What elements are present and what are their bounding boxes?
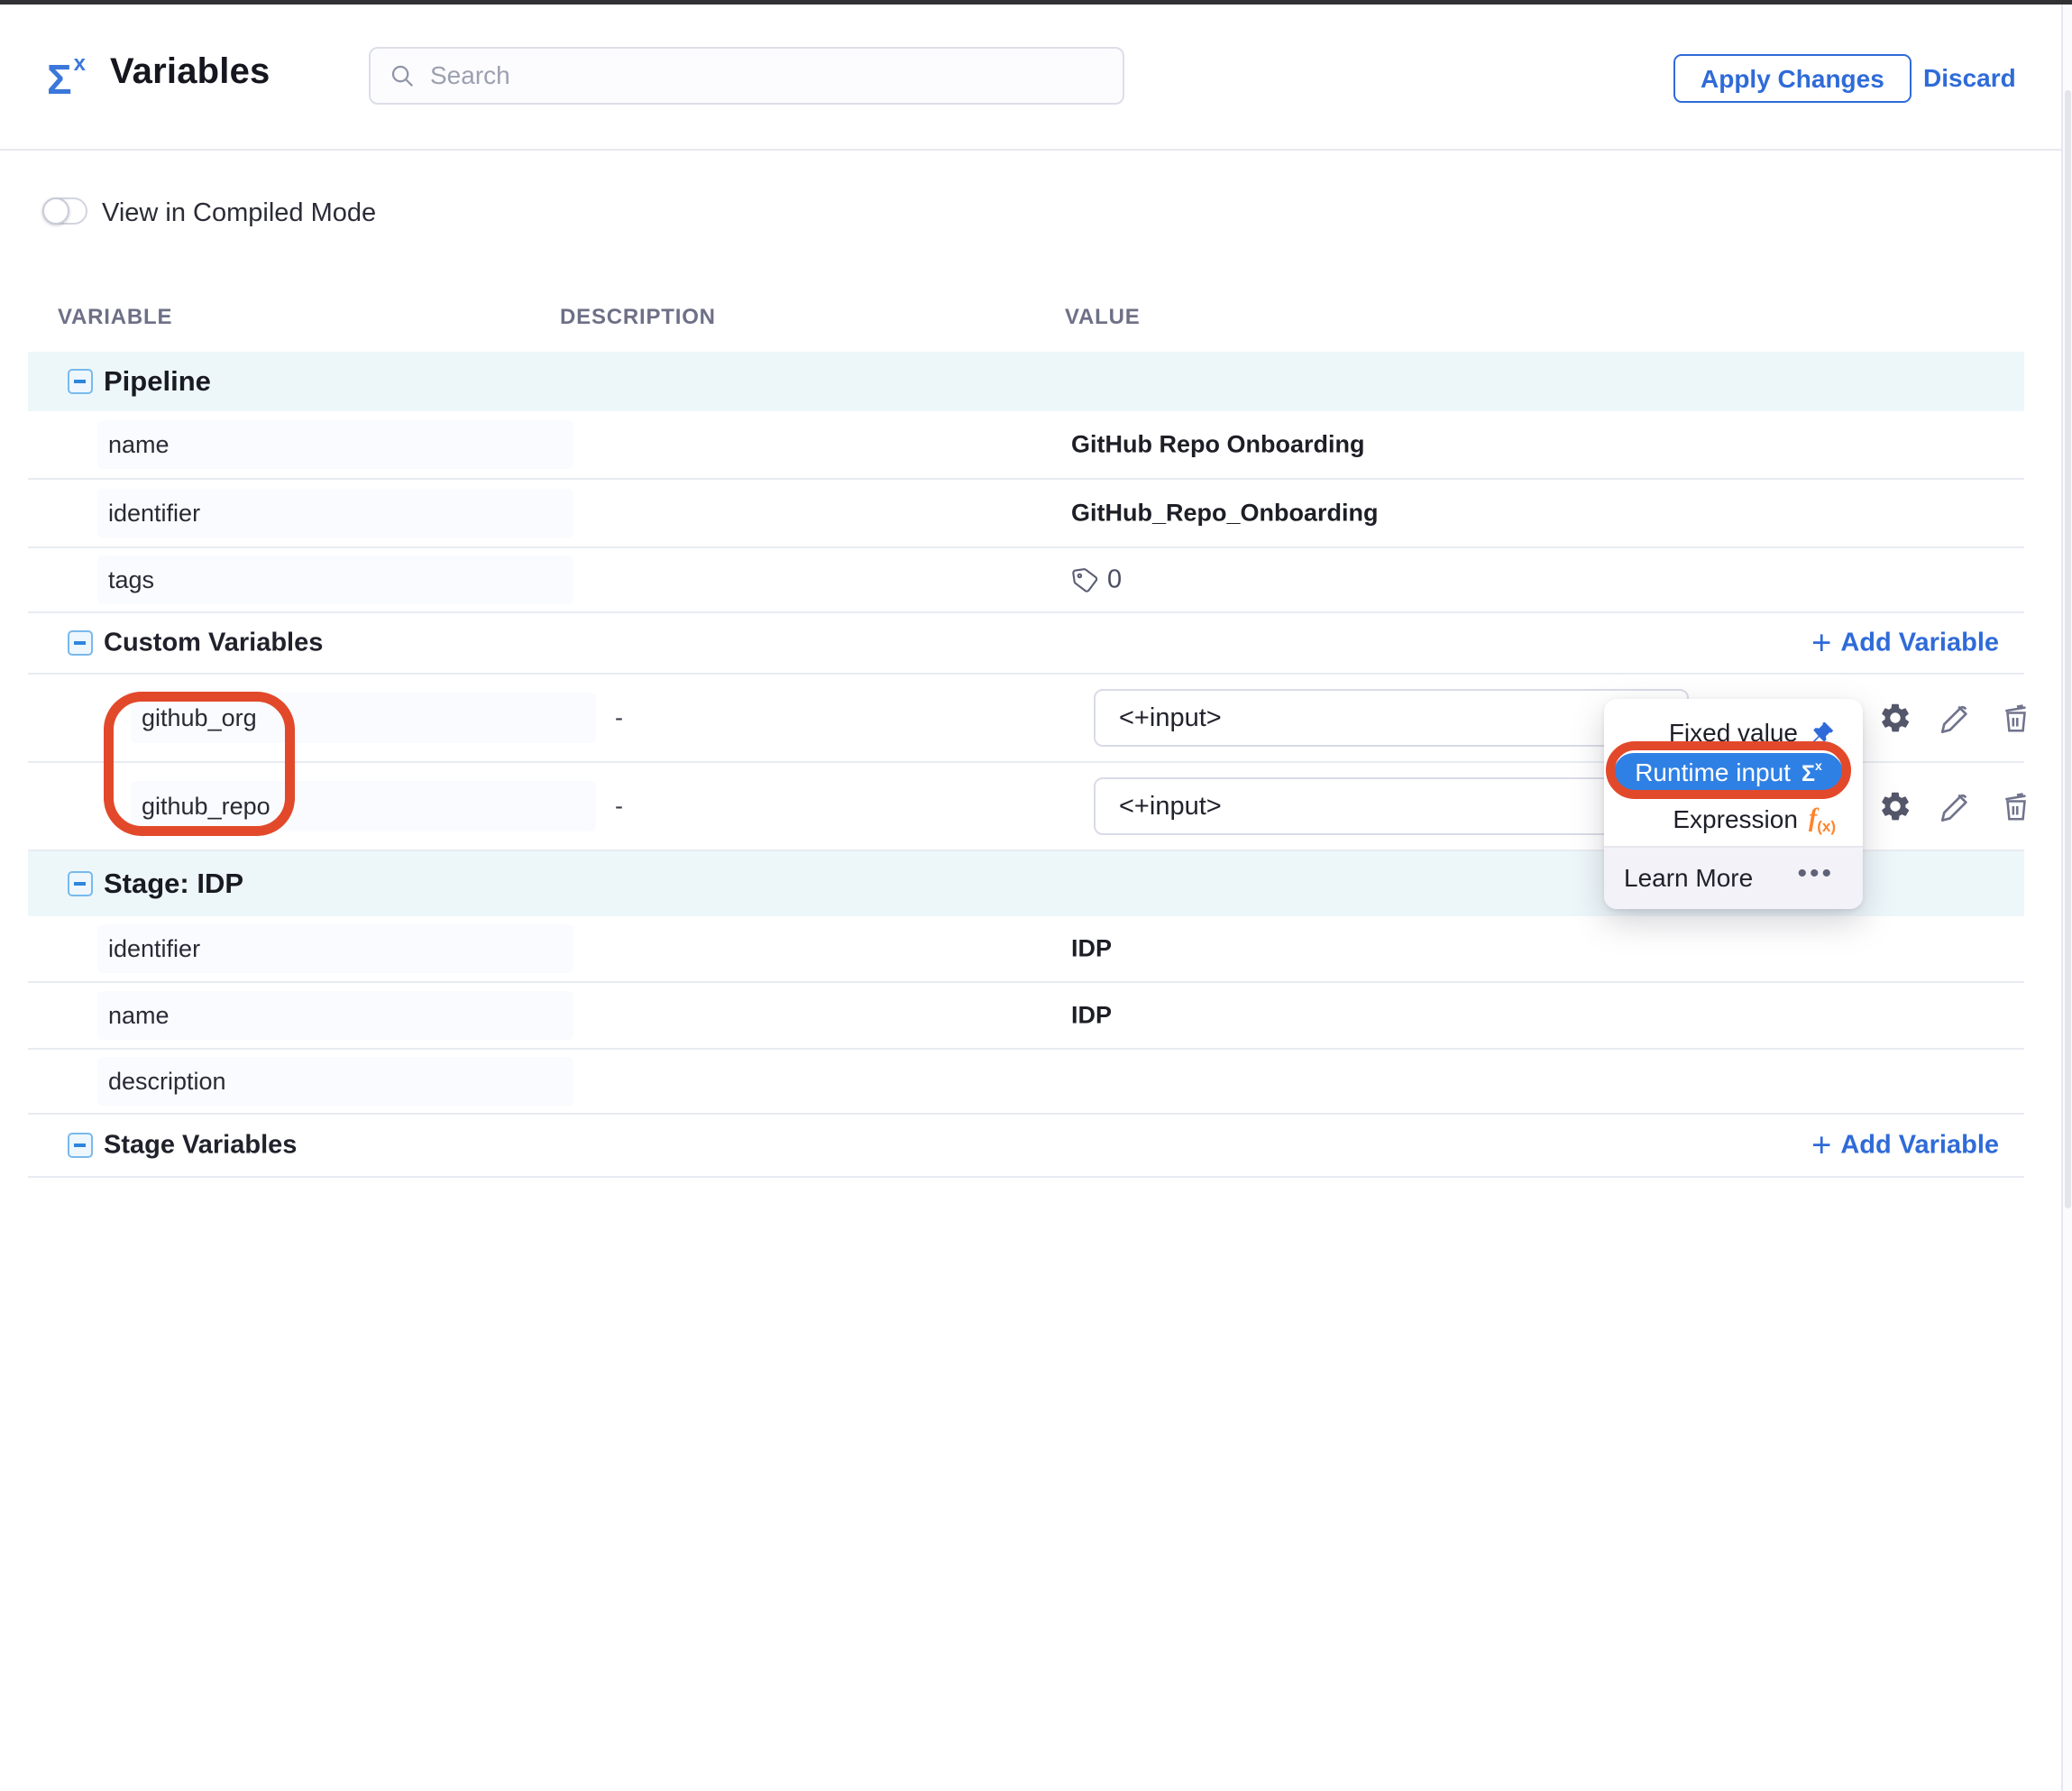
- panel-header: Σx Variables Apply Changes Discard: [0, 5, 2072, 151]
- page-title: Variables: [110, 51, 270, 92]
- scrollbar-thumb[interactable]: [2065, 90, 2071, 1208]
- table-row-stage-description: description: [28, 1050, 2024, 1115]
- edit-pencil-icon[interactable]: [1938, 701, 1972, 735]
- table-row-stage-identifier: identifier IDP: [28, 916, 2024, 983]
- scrollbar-track: [2061, 5, 2072, 1791]
- search-input[interactable]: [369, 47, 1124, 105]
- menu-item-label: Expression: [1673, 805, 1798, 834]
- field-value-name: IDP: [1071, 1002, 1112, 1030]
- tags-value: 0: [1071, 565, 1122, 595]
- section-title-custom-variables: Custom Variables: [104, 629, 323, 658]
- tag-icon: [1069, 564, 1102, 596]
- section-title-stage-variables: Stage Variables: [104, 1131, 297, 1161]
- table-row-pipeline-tags: tags 0: [28, 548, 2024, 613]
- delete-trash-icon[interactable]: [1999, 789, 2033, 823]
- field-value-identifier: IDP: [1071, 935, 1112, 963]
- variable-description: -: [615, 793, 623, 821]
- field-label-identifier: identifier: [97, 489, 573, 537]
- more-dots-icon: •••: [1797, 859, 1834, 889]
- variable-description: -: [615, 704, 623, 732]
- add-variable-button-custom[interactable]: + Add Variable: [1811, 629, 1999, 658]
- settings-gear-icon[interactable]: [1878, 701, 1912, 735]
- section-row-stage-variables: Stage Variables + Add Variable: [28, 1115, 2024, 1178]
- variable-value-input-github-repo[interactable]: <+input>: [1094, 777, 1689, 835]
- menu-item-label: Fixed value: [1669, 719, 1798, 748]
- field-label-name: name: [97, 991, 573, 1040]
- add-variable-label: Add Variable: [1840, 1131, 1999, 1161]
- section-row-custom-variables: Custom Variables + Add Variable: [28, 613, 2024, 675]
- table-row-stage-name: name IDP: [28, 983, 2024, 1050]
- value-type-menu: Fixed value Runtime input Σx Expression …: [1604, 699, 1863, 909]
- variable-value-input-github-org[interactable]: <+input>: [1094, 689, 1689, 747]
- section-title-stage: Stage: IDP: [104, 868, 243, 900]
- add-variable-label: Add Variable: [1840, 629, 1999, 658]
- sigma-icon: Σx: [1802, 758, 1822, 787]
- search-box: [369, 47, 1124, 105]
- compiled-mode-label: View in Compiled Mode: [102, 198, 376, 228]
- menu-item-expression[interactable]: Expression f(x): [1673, 800, 1836, 840]
- table-row-pipeline-name: name GitHub Repo Onboarding: [28, 411, 2024, 480]
- variables-panel: Σx Variables Apply Changes Discard View …: [0, 0, 2072, 1791]
- edit-pencil-icon[interactable]: [1938, 789, 1972, 823]
- variables-sigma-icon: Σx: [47, 53, 86, 100]
- tags-count: 0: [1107, 565, 1122, 595]
- compiled-mode-toggle[interactable]: [42, 197, 87, 225]
- section-title-pipeline: Pipeline: [104, 365, 211, 398]
- field-label-name: name: [97, 420, 573, 469]
- discard-link[interactable]: Discard: [1923, 64, 2016, 93]
- collapse-icon-pipeline[interactable]: [68, 369, 93, 394]
- learn-more-label: Learn More: [1624, 864, 1753, 893]
- search-icon: [389, 62, 416, 89]
- delete-trash-icon[interactable]: [1999, 701, 2033, 735]
- column-header-variable: VARIABLE: [58, 305, 172, 330]
- field-label-description: description: [97, 1057, 573, 1106]
- pin-icon: [1809, 720, 1836, 747]
- collapse-icon-custom-variables[interactable]: [68, 630, 93, 656]
- add-variable-button-stage[interactable]: + Add Variable: [1811, 1131, 1999, 1161]
- plus-icon: +: [1811, 629, 1831, 657]
- menu-item-runtime-input[interactable]: Runtime input Σx: [1614, 753, 1843, 793]
- menu-footer-learn-more[interactable]: Learn More •••: [1604, 846, 1863, 909]
- toggle-knob: [42, 197, 69, 225]
- apply-changes-button[interactable]: Apply Changes: [1673, 54, 1912, 103]
- menu-item-fixed-value[interactable]: Fixed value: [1669, 713, 1836, 753]
- menu-item-label: Runtime input: [1635, 758, 1791, 787]
- section-row-pipeline: Pipeline: [28, 352, 2024, 411]
- field-value-identifier: GitHub_Repo_Onboarding: [1071, 500, 1379, 528]
- collapse-icon-stage-variables[interactable]: [68, 1133, 93, 1158]
- field-label-tags: tags: [97, 556, 573, 604]
- table-row-pipeline-identifier: identifier GitHub_Repo_Onboarding: [28, 480, 2024, 548]
- variable-name-github-repo: github_repo: [131, 781, 596, 831]
- field-value-name: GitHub Repo Onboarding: [1071, 431, 1364, 459]
- column-header-value: VALUE: [1065, 305, 1141, 330]
- field-label-identifier: identifier: [97, 924, 573, 973]
- variable-name-github-org: github_org: [131, 693, 596, 743]
- collapse-icon-stage[interactable]: [68, 871, 93, 896]
- plus-icon: +: [1811, 1132, 1831, 1159]
- fx-icon: f(x): [1809, 804, 1836, 836]
- column-header-description: DESCRIPTION: [560, 305, 716, 330]
- settings-gear-icon[interactable]: [1878, 789, 1912, 823]
